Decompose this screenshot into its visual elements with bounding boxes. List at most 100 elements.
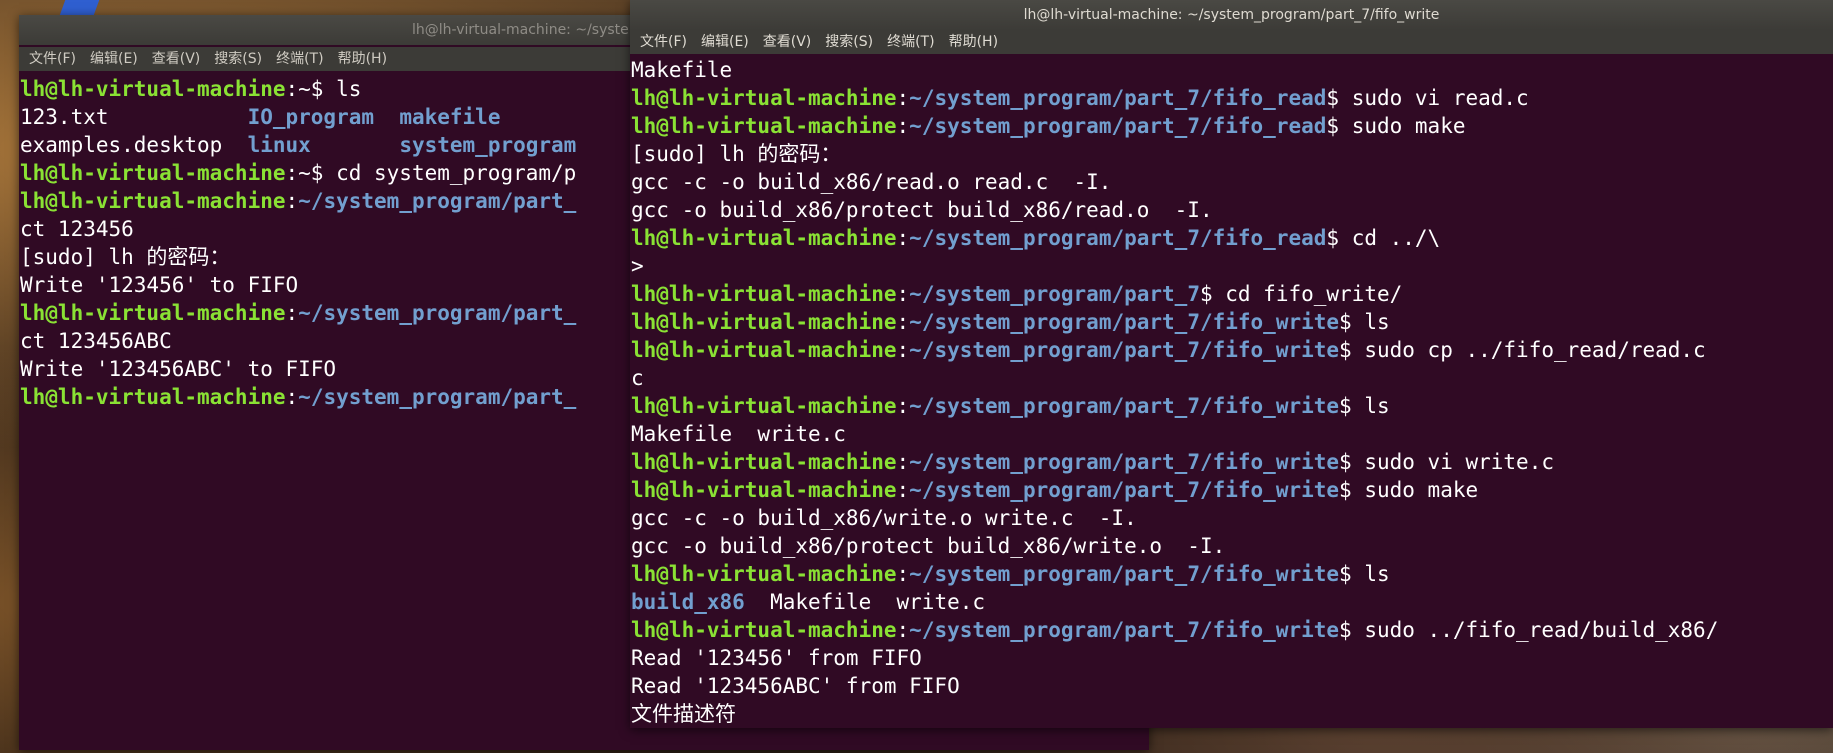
prompt-path: ~/system_program/part_7/fifo_read — [909, 86, 1327, 110]
terminal-text: c — [631, 366, 644, 390]
terminal-line: gcc -o build_x86/protect build_x86/read.… — [631, 196, 1833, 224]
prompt-path: ~/system_program/part_7/fifo_write — [909, 394, 1340, 418]
terminal-text: gcc -o build_x86/protect build_x86/write… — [631, 534, 1226, 558]
terminal-text: $ sudo make — [1339, 478, 1479, 502]
terminal-line: > — [631, 252, 1833, 280]
terminal-line: lh@lh-virtual-machine:~/system_program/p… — [631, 448, 1833, 476]
terminal-line: Makefile — [631, 56, 1833, 84]
terminal-text: Write '123456' to FIFO — [20, 273, 299, 297]
menu-help[interactable]: 帮助(H) — [949, 34, 998, 50]
menu-edit[interactable]: 编辑(E) — [701, 34, 749, 50]
terminal-text: $ cd fifo_write/ — [1199, 282, 1403, 306]
terminal-text: 123.txt — [20, 105, 248, 129]
terminal-text: : — [896, 618, 910, 642]
prompt-user: lh@lh-virtual-machine — [631, 86, 897, 110]
terminal-text: Makefile — [631, 58, 733, 82]
prompt-path: ~/system_program/part_ — [298, 189, 577, 213]
terminal-line: 文件描述符 — [631, 700, 1833, 728]
menu-search[interactable]: 搜索(S) — [825, 34, 873, 50]
prompt-path: ~/system_program/part_7/fifo_read — [909, 114, 1327, 138]
terminal-text: $ sudo ../fifo_read/build_x86/ — [1339, 618, 1719, 642]
terminal-line: lh@lh-virtual-machine:~/system_program/p… — [631, 224, 1833, 252]
menu-help[interactable]: 帮助(H) — [338, 51, 387, 67]
menu-terminal[interactable]: 终端(T) — [276, 51, 323, 67]
prompt-user: lh@lh-virtual-machine — [20, 385, 286, 409]
terminal-output[interactable]: Makefile lh@lh-virtual-machine:~/system_p… — [630, 56, 1833, 728]
terminal-text: $ ls — [1339, 562, 1390, 586]
prompt-user: lh@lh-virtual-machine — [631, 394, 897, 418]
terminal-text: : — [285, 301, 299, 325]
terminal-text: : — [896, 338, 910, 362]
directory-name: build_x86 — [631, 590, 745, 614]
terminal-text: : — [896, 114, 910, 138]
terminal-line: [sudo] lh 的密码： — [631, 140, 1833, 168]
terminal-line: gcc -o build_x86/protect build_x86/write… — [631, 532, 1833, 560]
prompt-user: lh@lh-virtual-machine — [20, 301, 286, 325]
prompt-path: ~/system_program/part_7/fifo_write — [909, 562, 1340, 586]
prompt-user: lh@lh-virtual-machine — [631, 310, 897, 334]
terminal-window-right[interactable]: lh@lh-virtual-machine: ~/system_program/… — [630, 0, 1833, 728]
prompt-user: lh@lh-virtual-machine — [631, 562, 897, 586]
terminal-line: lh@lh-virtual-machine:~/system_program/p… — [631, 112, 1833, 140]
menu-search[interactable]: 搜索(S) — [214, 51, 262, 67]
terminal-text: Makefile write.c — [744, 590, 986, 614]
menu-file[interactable]: 文件(F) — [29, 51, 76, 67]
prompt-path: ~/system_program/part_7/fifo_read — [909, 226, 1327, 250]
terminal-text: :~$ ls — [285, 77, 362, 101]
terminal-line: lh@lh-virtual-machine:~/system_program/p… — [631, 476, 1833, 504]
terminal-line: gcc -c -o build_x86/write.o write.c -I. — [631, 504, 1833, 532]
terminal-text: $ sudo vi read.c — [1326, 86, 1529, 110]
terminal-text: : — [896, 478, 910, 502]
window-titlebar[interactable]: lh@lh-virtual-machine: ~/system_program/… — [630, 0, 1833, 30]
terminal-text: gcc -c -o build_x86/write.o write.c -I. — [631, 506, 1137, 530]
menu-view[interactable]: 查看(V) — [152, 51, 201, 67]
menu-terminal[interactable]: 终端(T) — [887, 34, 934, 50]
terminal-line: lh@lh-virtual-machine:~/system_program/p… — [631, 392, 1833, 420]
terminal-line: Makefile write.c — [631, 420, 1833, 448]
directory-name: linux — [247, 133, 311, 157]
terminal-text: $ cd ../\ — [1326, 226, 1441, 250]
terminal-line: lh@lh-virtual-machine:~/system_program/p… — [631, 84, 1833, 112]
terminal-text: : — [896, 226, 910, 250]
terminal-line: lh@lh-virtual-machine:~/system_program/p… — [631, 280, 1833, 308]
terminal-line: Read '123456ABC' from FIFO — [631, 672, 1833, 700]
directory-name: system_program — [399, 133, 577, 157]
prompt-user: lh@lh-virtual-machine — [631, 618, 897, 642]
terminal-text: : — [285, 385, 299, 409]
terminal-text: $ ls — [1339, 394, 1390, 418]
menu-view[interactable]: 查看(V) — [763, 34, 812, 50]
terminal-text: [sudo] lh 的密码： — [20, 245, 231, 269]
prompt-path: ~/system_program/part_7/fifo_write — [909, 618, 1340, 642]
terminal-text: $ sudo make — [1326, 114, 1466, 138]
terminal-text: : — [896, 86, 910, 110]
directory-name: makefile — [399, 105, 501, 129]
terminal-text: Makefile write.c — [631, 422, 846, 446]
terminal-text: 文件描述符 — [631, 702, 736, 726]
terminal-text: $ sudo cp ../fifo_read/read.c — [1339, 338, 1706, 362]
prompt-path: ~/system_program/part_7/fifo_write — [909, 338, 1340, 362]
terminal-text: Read '123456ABC' from FIFO — [631, 674, 960, 698]
terminal-text: Write '123456ABC' to FIFO — [20, 357, 337, 381]
menu-file[interactable]: 文件(F) — [640, 34, 687, 50]
terminal-text: gcc -o build_x86/protect build_x86/read.… — [631, 198, 1213, 222]
terminal-text: $ ls — [1339, 310, 1390, 334]
menu-edit[interactable]: 编辑(E) — [90, 51, 138, 67]
terminal-text: : — [896, 562, 910, 586]
prompt-user: lh@lh-virtual-machine — [631, 450, 897, 474]
terminal-line: c — [631, 364, 1833, 392]
prompt-path: ~/system_program/part_ — [298, 385, 577, 409]
directory-name: IO_program — [247, 105, 375, 129]
menu-bar: 文件(F) 编辑(E) 查看(V) 搜索(S) 终端(T) 帮助(H) — [630, 30, 1833, 54]
prompt-path: ~/system_program/part_7/fifo_write — [909, 478, 1340, 502]
terminal-line: lh@lh-virtual-machine:~/system_program/p… — [631, 560, 1833, 588]
prompt-user: lh@lh-virtual-machine — [20, 189, 286, 213]
terminal-text: gcc -c -o build_x86/read.o read.c -I. — [631, 170, 1112, 194]
terminal-text: ct 123456ABC — [20, 329, 172, 353]
prompt-user: lh@lh-virtual-machine — [20, 77, 286, 101]
prompt-path: ~/system_program/part_7/fifo_write — [909, 310, 1340, 334]
prompt-path: ~/system_program/part_7 — [909, 282, 1200, 306]
terminal-line: lh@lh-virtual-machine:~/system_program/p… — [631, 336, 1833, 364]
terminal-line: Read '123456' from FIFO — [631, 644, 1833, 672]
prompt-path: ~/system_program/part_ — [298, 301, 577, 325]
